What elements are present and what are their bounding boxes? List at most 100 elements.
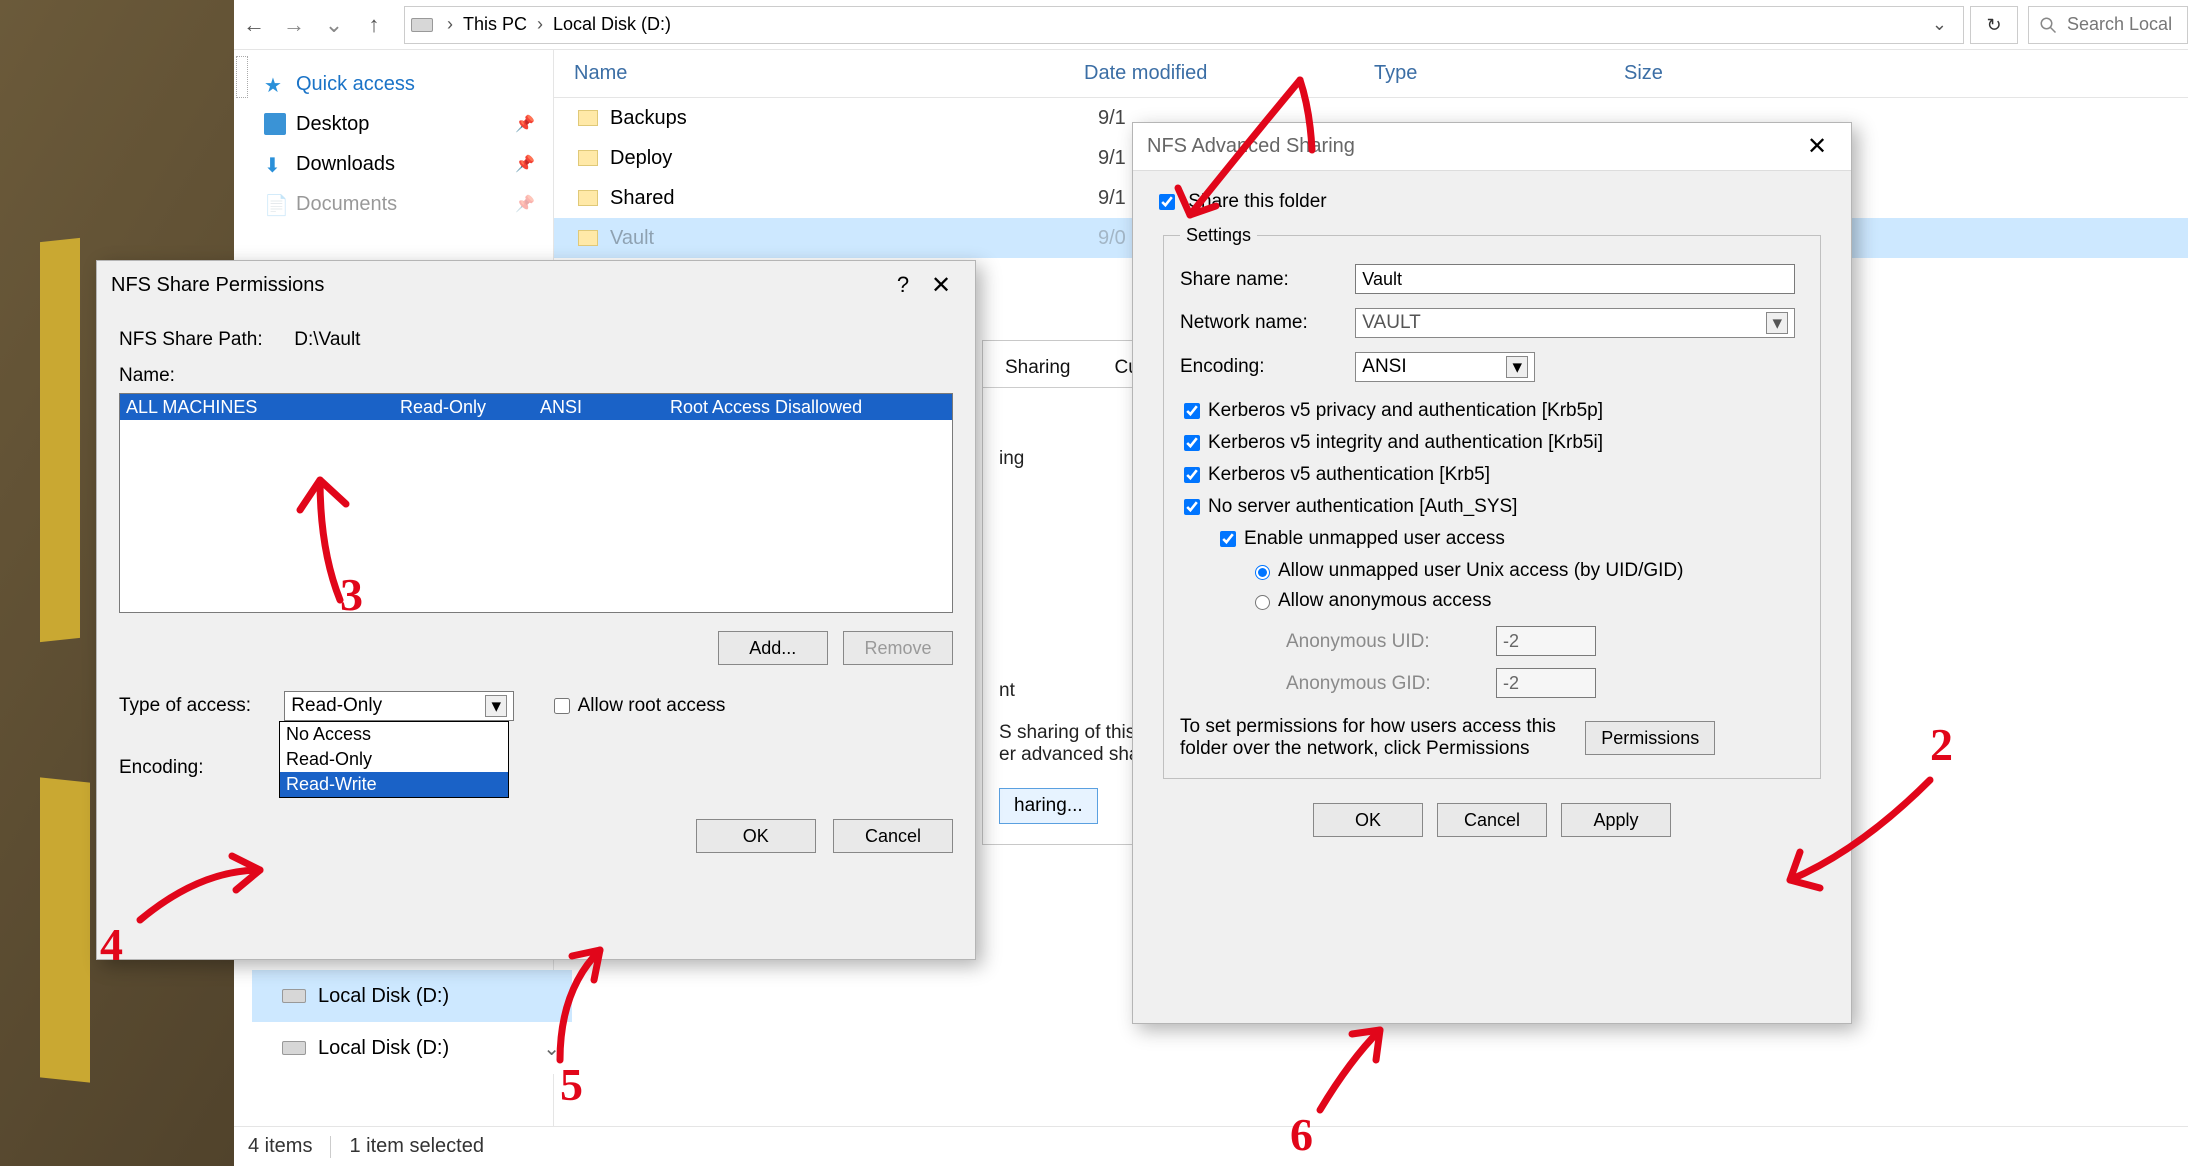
dropdown-option[interactable]: No Access bbox=[280, 722, 508, 747]
status-item-count: 4 items bbox=[248, 1135, 312, 1158]
up-button[interactable]: ↑ bbox=[354, 12, 394, 38]
explorer-toolbar: ← → ⌄ ↑ › This PC › Local Disk (D:) ⌄ ↻ … bbox=[234, 0, 2188, 50]
sidebar-item-label: Local Disk (D:) bbox=[318, 985, 449, 1008]
krb5i-checkbox[interactable] bbox=[1184, 435, 1200, 451]
encoding-select[interactable]: ANSI ▾ bbox=[1355, 352, 1535, 382]
file-name: Vault bbox=[610, 227, 1098, 250]
list-client-encoding: ANSI bbox=[540, 397, 670, 418]
anon-gid-input bbox=[1496, 668, 1596, 698]
krb5p-checkbox[interactable] bbox=[1184, 403, 1200, 419]
chevron-down-icon: ▾ bbox=[485, 695, 507, 717]
nfs-share-permissions-dialog: NFS Share Permissions ? ✕ NFS Share Path… bbox=[96, 260, 976, 960]
sidebar-item-drive[interactable]: Local Disk (D:) ⌄ bbox=[252, 1022, 572, 1074]
dialog-title: NFS Share Permissions bbox=[111, 274, 885, 297]
allow-root-checkbox[interactable] bbox=[554, 698, 570, 714]
drive-icon bbox=[411, 18, 433, 32]
unmapped-uid-label: Allow unmapped user Unix access (by UID/… bbox=[1278, 560, 1683, 581]
sidebar-item-documents[interactable]: 📄 Documents 📌 bbox=[234, 184, 553, 224]
chevron-down-icon[interactable]: ⌄ bbox=[543, 1036, 560, 1061]
share-name-label: Share name: bbox=[1180, 269, 1350, 291]
help-icon[interactable]: ? bbox=[885, 272, 921, 298]
type-of-access-dropdown[interactable]: No Access Read-Only Read-Write bbox=[279, 721, 509, 798]
folder-icon bbox=[578, 110, 598, 126]
encoding-value: ANSI bbox=[1362, 356, 1406, 378]
sidebar-item-drive[interactable]: Local Disk (D:) bbox=[252, 970, 572, 1022]
network-name-select[interactable]: VAULT ▾ bbox=[1355, 308, 1795, 338]
authsys-checkbox[interactable] bbox=[1184, 499, 1200, 515]
authsys-label: No server authentication [Auth_SYS] bbox=[1208, 496, 1517, 517]
permissions-button[interactable]: Permissions bbox=[1585, 721, 1715, 755]
chevron-right-icon[interactable]: › bbox=[531, 14, 549, 35]
tab-sharing[interactable]: Sharing bbox=[983, 349, 1093, 387]
forward-button[interactable]: → bbox=[274, 12, 314, 38]
column-header-date[interactable]: Date modified bbox=[1084, 62, 1374, 85]
type-of-access-label: Type of access: bbox=[119, 695, 279, 717]
anon-uid-label: Anonymous UID: bbox=[1286, 631, 1496, 653]
desktop-icon bbox=[264, 113, 286, 135]
recent-locations-button[interactable]: ⌄ bbox=[314, 12, 354, 38]
dialog-title: NFS Advanced Sharing bbox=[1147, 135, 1797, 158]
encoding-label: Encoding: bbox=[1180, 356, 1350, 378]
list-client-root: Root Access Disallowed bbox=[670, 397, 952, 418]
back-button[interactable]: ← bbox=[234, 12, 274, 38]
ok-button[interactable]: OK bbox=[1313, 803, 1423, 837]
address-bar[interactable]: › This PC › Local Disk (D:) ⌄ bbox=[404, 6, 1964, 44]
list-row[interactable]: ALL MACHINES Read-Only ANSI Root Access … bbox=[120, 394, 952, 420]
krb5-checkbox[interactable] bbox=[1184, 467, 1200, 483]
close-icon[interactable]: ✕ bbox=[1797, 132, 1837, 161]
network-name-label: Network name: bbox=[1180, 312, 1350, 334]
drive-icon bbox=[282, 989, 306, 1003]
chevron-right-icon[interactable]: › bbox=[441, 14, 459, 35]
cancel-button[interactable]: Cancel bbox=[833, 819, 953, 853]
nfs-advanced-sharing-dialog: NFS Advanced Sharing ✕ Share this folder… bbox=[1132, 122, 1852, 1024]
breadcrumb-segment[interactable]: This PC bbox=[459, 14, 531, 35]
advanced-sharing-button[interactable]: haring... bbox=[999, 788, 1098, 824]
name-label: Name: bbox=[119, 365, 953, 387]
folder-icon bbox=[578, 150, 598, 166]
permissions-text: To set permissions for how users access … bbox=[1180, 716, 1580, 760]
address-dropdown-icon[interactable]: ⌄ bbox=[1922, 14, 1957, 35]
share-this-folder-label: Share this folder bbox=[1188, 191, 1326, 212]
anonymous-label: Allow anonymous access bbox=[1278, 590, 1491, 611]
sidebar-item-desktop[interactable]: Desktop 📌 bbox=[234, 104, 553, 144]
dropdown-option[interactable]: Read-Only bbox=[280, 747, 508, 772]
refresh-button[interactable]: ↻ bbox=[1970, 6, 2018, 44]
clients-list[interactable]: ALL MACHINES Read-Only ANSI Root Access … bbox=[119, 393, 953, 613]
sidebar-item-quick-access[interactable]: ★ Quick access bbox=[234, 64, 553, 104]
search-box[interactable]: Search Local bbox=[2028, 6, 2188, 44]
anon-uid-input bbox=[1496, 626, 1596, 656]
apply-button[interactable]: Apply bbox=[1561, 803, 1671, 837]
status-divider bbox=[330, 1136, 331, 1158]
unmapped-checkbox[interactable] bbox=[1220, 531, 1236, 547]
share-path-value: D:\Vault bbox=[294, 329, 360, 350]
column-header-name[interactable]: Name bbox=[554, 62, 1084, 85]
column-header-type[interactable]: Type bbox=[1374, 62, 1624, 85]
settings-fieldset: Settings Share name: Network name: VAULT… bbox=[1163, 225, 1821, 779]
pin-icon: 📌 bbox=[515, 194, 535, 214]
type-of-access-combo[interactable]: Read-Only ▾ bbox=[284, 691, 514, 721]
star-icon: ★ bbox=[264, 73, 286, 95]
search-placeholder: Search Local bbox=[2067, 14, 2172, 35]
cancel-button[interactable]: Cancel bbox=[1437, 803, 1547, 837]
dropdown-option[interactable]: Read-Write bbox=[280, 772, 508, 797]
add-button[interactable]: Add... bbox=[718, 631, 828, 665]
file-name: Backups bbox=[610, 107, 1098, 130]
share-name-input[interactable] bbox=[1355, 264, 1795, 294]
breadcrumb-segment[interactable]: Local Disk (D:) bbox=[549, 14, 675, 35]
pin-icon: 📌 bbox=[515, 114, 535, 134]
anonymous-radio[interactable] bbox=[1255, 595, 1270, 610]
pin-icon: 📌 bbox=[515, 154, 535, 174]
sidebar-grip[interactable] bbox=[236, 56, 248, 98]
close-icon[interactable]: ✕ bbox=[921, 271, 961, 300]
column-header-size[interactable]: Size bbox=[1624, 62, 1824, 85]
sidebar-item-downloads[interactable]: ⬇ Downloads 📌 bbox=[234, 144, 553, 184]
share-this-folder-checkbox[interactable] bbox=[1159, 194, 1175, 210]
list-client-access: Read-Only bbox=[400, 397, 540, 418]
share-path-label: NFS Share Path: bbox=[119, 329, 289, 351]
krb5i-label: Kerberos v5 integrity and authentication… bbox=[1208, 432, 1603, 453]
sidebar-item-label: Documents bbox=[296, 193, 397, 216]
search-icon bbox=[2039, 16, 2057, 34]
ok-button[interactable]: OK bbox=[696, 819, 816, 853]
documents-icon: 📄 bbox=[264, 193, 286, 215]
unmapped-uid-radio[interactable] bbox=[1255, 565, 1270, 580]
